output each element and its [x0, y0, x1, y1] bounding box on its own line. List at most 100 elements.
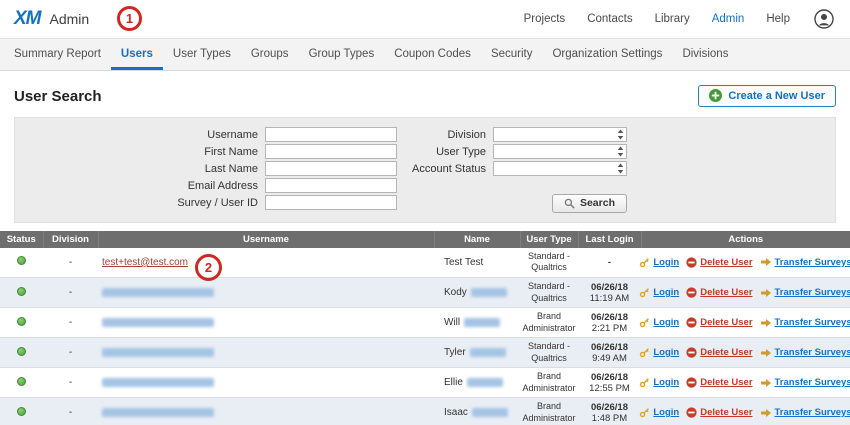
top-nav: Projects Contacts Library Admin Help: [524, 13, 790, 25]
login-link[interactable]: Login: [639, 257, 679, 268]
transfer-link[interactable]: Transfer Surveys: [760, 287, 850, 298]
delete-link[interactable]: Delete User: [686, 347, 752, 358]
login-label: Login: [653, 407, 679, 418]
user-search-panel: UsernameFirst NameLast NameEmail Address…: [14, 117, 836, 223]
tab-bar: Summary ReportUsersUser TypesGroupsGroup…: [0, 38, 850, 71]
name-cell: Tyler: [434, 338, 520, 368]
tab-coupon-codes[interactable]: Coupon Codes: [384, 39, 481, 70]
form-row-account-status: Account Status: [397, 161, 627, 176]
tab-security[interactable]: Security: [481, 39, 543, 70]
delete-label: Delete User: [700, 257, 752, 268]
first-name-input[interactable]: [265, 144, 397, 159]
search-button-row: Search: [397, 194, 627, 214]
user-row: -TylerStandard - Qualtrics06/26/189:49 A…: [0, 338, 850, 368]
actions-cell: Login Delete User Transfer Surveys: [641, 407, 850, 418]
transfer-arrow-icon: [760, 378, 772, 388]
login-link[interactable]: Login: [639, 347, 679, 358]
tab-summary-report[interactable]: Summary Report: [4, 39, 111, 70]
search-form-right: DivisionUser TypeAccount Status Search: [397, 125, 835, 214]
login-link[interactable]: Login: [639, 317, 679, 328]
tab-user-types[interactable]: User Types: [163, 39, 241, 70]
column-header-user-type: User Type: [520, 231, 578, 248]
redacted-surname: [467, 378, 503, 387]
table-header-row: StatusDivisionUsernameNameUser TypeLast …: [0, 231, 850, 248]
actions-cell: Login Delete User Transfer Surveys: [641, 377, 850, 388]
division-cell: -: [43, 368, 98, 398]
delete-link[interactable]: Delete User: [686, 407, 752, 418]
username-cell: [98, 398, 434, 425]
email-address-label: Email Address: [15, 180, 265, 192]
user-type-cell: Brand Administrator: [520, 308, 578, 338]
tab-organization-settings[interactable]: Organization Settings: [542, 39, 672, 70]
user-type-select[interactable]: [493, 144, 627, 159]
delete-link[interactable]: Delete User: [686, 287, 752, 298]
email-address-input[interactable]: [265, 178, 397, 193]
division-select[interactable]: [493, 127, 627, 142]
actions-cell: Login Delete User Transfer Surveys: [641, 317, 850, 328]
account-status-label: Account Status: [397, 163, 493, 175]
division-cell: -: [43, 398, 98, 425]
transfer-link[interactable]: Transfer Surveys: [760, 257, 850, 268]
main-content: User Search Create a New User UsernameFi…: [0, 85, 850, 425]
page-title: User Search: [14, 88, 102, 105]
account-menu[interactable]: [814, 9, 834, 29]
transfer-label: Transfer Surveys: [775, 317, 850, 328]
account-status-select[interactable]: [493, 161, 627, 176]
division-cell: -: [43, 338, 98, 368]
form-row-user-type: User Type: [397, 144, 627, 159]
transfer-link[interactable]: Transfer Surveys: [760, 317, 850, 328]
login-label: Login: [653, 317, 679, 328]
tab-groups[interactable]: Groups: [241, 39, 299, 70]
last-login-cell: 06/26/181:48 PM: [578, 398, 641, 425]
login-link[interactable]: Login: [639, 287, 679, 298]
form-row-last-name: Last Name: [15, 161, 397, 176]
nav-projects[interactable]: Projects: [524, 13, 566, 25]
column-header-username: Username: [98, 231, 434, 248]
actions-cell: Login Delete User Transfer Surveys: [641, 287, 850, 298]
search-icon: [564, 198, 575, 209]
login-link[interactable]: Login: [639, 407, 679, 418]
transfer-link[interactable]: Transfer Surveys: [760, 407, 850, 418]
username-cell: [98, 338, 434, 368]
username-cell: [98, 368, 434, 398]
search-form-selects: DivisionUser TypeAccount Status: [397, 127, 627, 176]
user-first-name: Test Test: [444, 257, 483, 268]
delete-link[interactable]: Delete User: [686, 317, 752, 328]
division-cell: -: [43, 278, 98, 308]
username-cell: [98, 278, 434, 308]
login-label: Login: [653, 257, 679, 268]
transfer-link[interactable]: Transfer Surveys: [760, 347, 850, 358]
survey-user-id-input[interactable]: [265, 195, 397, 210]
delete-user-icon: [686, 287, 697, 298]
last-name-input[interactable]: [265, 161, 397, 176]
redacted-surname: [470, 348, 506, 357]
login-label: Login: [653, 377, 679, 388]
delete-link[interactable]: Delete User: [686, 377, 752, 388]
login-link[interactable]: Login: [639, 377, 679, 388]
search-button[interactable]: Search: [552, 194, 627, 213]
page-head: User Search Create a New User: [14, 85, 836, 107]
delete-link[interactable]: Delete User: [686, 257, 752, 268]
tab-users[interactable]: Users: [111, 39, 163, 70]
transfer-link[interactable]: Transfer Surveys: [760, 377, 850, 388]
username-input[interactable]: [265, 127, 397, 142]
xm-logo: XM: [14, 8, 41, 30]
nav-contacts[interactable]: Contacts: [587, 13, 632, 25]
user-type-cell: Standard - Qualtrics: [520, 248, 578, 278]
username-link[interactable]: test+test@test.com: [102, 257, 188, 268]
redacted-username: [102, 378, 214, 387]
status-cell: [0, 278, 43, 308]
select-arrows-icon: [617, 146, 624, 157]
active-status-icon: [17, 287, 26, 296]
nav-library[interactable]: Library: [655, 13, 690, 25]
column-header-last-login: Last Login: [578, 231, 641, 248]
tab-group-types[interactable]: Group Types: [299, 39, 385, 70]
create-new-user-button[interactable]: Create a New User: [698, 85, 836, 107]
user-first-name: Tyler: [444, 347, 466, 358]
key-icon: [639, 377, 650, 388]
user-row: -test+test@test.comTest TestStandard - Q…: [0, 248, 850, 278]
nav-help[interactable]: Help: [766, 13, 790, 25]
nav-admin[interactable]: Admin: [712, 13, 745, 25]
tab-divisions[interactable]: Divisions: [672, 39, 738, 70]
last-login-cell: 06/26/189:49 AM: [578, 338, 641, 368]
